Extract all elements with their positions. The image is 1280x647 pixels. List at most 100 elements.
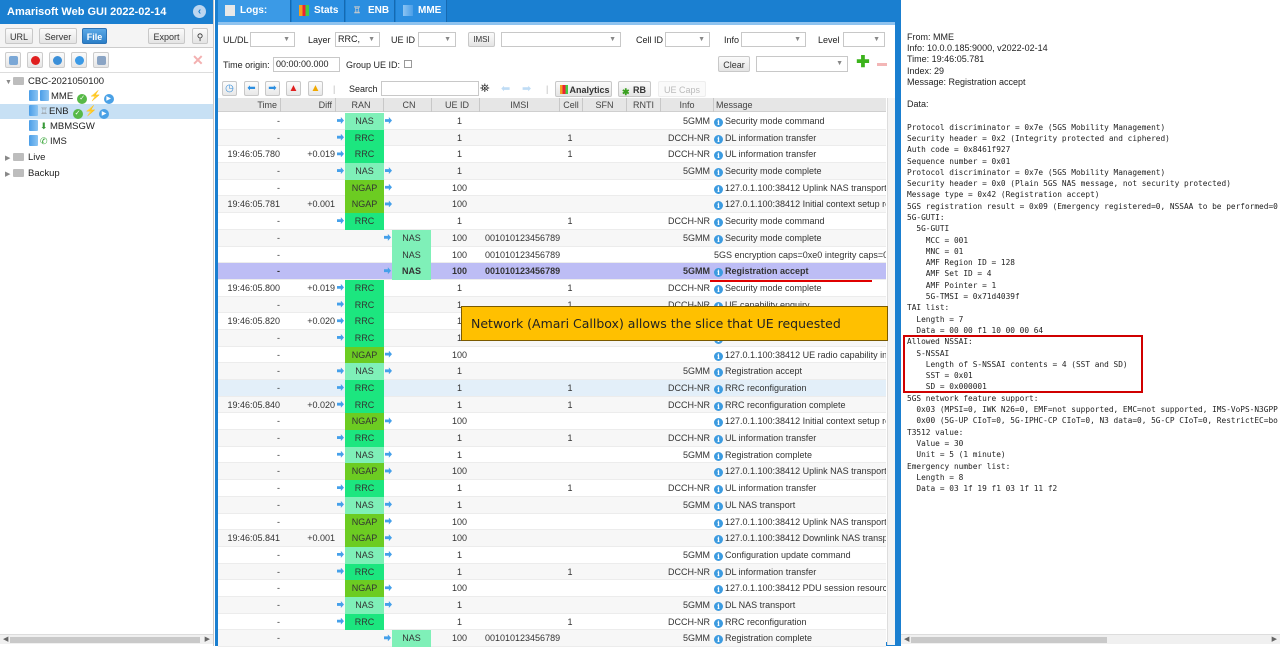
level-select[interactable]: ▼ (843, 32, 885, 47)
table-row[interactable]: 19:46:05.781 +0.001 NGAP 100 i 127.0.1.100:38… (218, 196, 886, 214)
table-row[interactable]: - RRC 1 1 DCCH-NR iUL information transfer (218, 480, 886, 497)
expand-icon[interactable]: ▶ (5, 167, 13, 182)
expand-icon[interactable]: ▶ (5, 151, 13, 166)
uldl-select[interactable]: ▼ (250, 32, 295, 47)
tab-logs[interactable]: Logs: 1139 (218, 0, 291, 38)
table-row[interactable]: - NAS 100 001010123456789 5GMM i Registration … (218, 630, 886, 647)
table-row[interactable]: - NAS 100 001010123456789 5GMM i Security mode… (218, 229, 886, 247)
table-row[interactable]: - NAS 1 5GMM i UL NAS transport (218, 496, 886, 514)
table-row[interactable]: - NGAP 100 i 127.0.1.100:38412 UE radio capa… (218, 346, 886, 364)
collapse-panel-icon[interactable]: ‹ (193, 5, 206, 18)
stop-icon[interactable] (27, 52, 43, 68)
wrench-icon[interactable] (5, 52, 21, 68)
imsi-select[interactable]: ▼ (501, 32, 621, 47)
url-button[interactable]: URL (5, 28, 33, 44)
table-row[interactable]: - RRC 1 1 DCCH-NR i DL information transfer (218, 563, 886, 581)
tree-item-enb[interactable]: ♖ENB ✓ ⚡ ▶ (0, 104, 213, 119)
refresh-icon[interactable] (49, 52, 65, 68)
table-row[interactable]: - NAS 100 001010123456789 5GMM i Registration … (218, 263, 886, 280)
table-row[interactable]: - NAS 1 5GMM i Configuration update command (218, 546, 886, 564)
col-message[interactable]: Message (714, 98, 886, 112)
table-row[interactable]: - NAS 1 5GMM i Security mode command (218, 113, 886, 130)
connect-icon[interactable]: ⚲ (192, 28, 208, 44)
rb-button[interactable]: ✱ RB (618, 81, 651, 97)
table-row[interactable]: 19:46:05.841 +0.001 NGAP 100 i 127.0.1.100:38… (218, 530, 886, 547)
group-ueid-checkbox[interactable] (404, 60, 412, 68)
table-row[interactable]: - NGAP 100 i 127.0.1.100:38412 Uplink NAS tr… (218, 179, 886, 197)
tree-item-mme[interactable]: MME ✓ ⚡ ▶ (0, 89, 213, 104)
add-filter-icon[interactable]: ✚ (855, 55, 871, 72)
log-vertical-scrollbar[interactable] (887, 98, 895, 645)
tree-root[interactable]: ▼ CBC-2021050100 (0, 74, 213, 89)
col-info[interactable]: Info (661, 98, 714, 112)
app-header: Amarisoft Web GUI 2022-02-14 ‹ (0, 0, 213, 24)
plug-icon[interactable] (93, 52, 109, 68)
warning-icon[interactable]: ▲ (308, 81, 323, 96)
scrollbar-thumb[interactable] (10, 637, 200, 643)
tree-folder-backup[interactable]: ▶ Backup (0, 166, 213, 181)
table-row[interactable]: 19:46:05.800 +0.019 RRC 1 1 DCCH-NR i Security … (218, 279, 886, 297)
imsi-button[interactable]: IMSI (468, 32, 495, 47)
table-row[interactable]: - RRC 1 1 DCCH-NR i RRC reconfiguration (218, 380, 886, 397)
tab-enb[interactable]: ♖ ENB (346, 0, 395, 22)
error-warning-icon[interactable]: ▲ (286, 81, 301, 96)
binoculars-icon[interactable]: ⛯ (480, 81, 490, 96)
next-match-icon[interactable]: ➡ (522, 82, 531, 95)
remove-filter-icon[interactable] (877, 63, 887, 66)
expand-icon[interactable]: ▼ (5, 75, 13, 90)
export-button[interactable]: Export (148, 28, 185, 44)
col-time[interactable]: Time (218, 98, 281, 112)
table-row[interactable]: - NAS 1 5GMM i DL NAS transport (218, 596, 886, 614)
table-row[interactable]: - NAS 1 5GMM i Registration complete (218, 446, 886, 464)
table-row[interactable]: - NGAP 100 i 127.0.1.100:38412 PDU session r… (218, 580, 886, 597)
prev-match-icon[interactable]: ⬅ (501, 82, 510, 95)
col-diff[interactable]: Diff (281, 98, 336, 112)
layer-select[interactable]: RRC, ▼ (335, 32, 380, 47)
tab-stats[interactable]: Stats (292, 0, 345, 22)
tree-item-ims[interactable]: ✆ IMS (0, 134, 213, 149)
clear-button[interactable]: Clear (718, 56, 750, 72)
left-horizontal-scrollbar[interactable]: ◀ ▶ (0, 634, 213, 644)
table-row[interactable]: 19:46:05.780 +0.019 RRC 1 1 DCCH-NR i UL inform… (218, 146, 886, 164)
table-row[interactable]: - RRC 1 1 DCCH-NR i DL information transfer (218, 129, 886, 147)
col-sfn[interactable]: SFN (583, 98, 627, 112)
table-row[interactable]: - RRC 1 1 DCCH-NR iUL information transfer (218, 430, 886, 447)
delete-icon[interactable]: ✕ (192, 52, 204, 69)
tree-item-mbmsgw[interactable]: ⬇ MBMSGW (0, 119, 213, 134)
time-origin-input[interactable]: 00:00:00.000 (273, 57, 340, 72)
table-row[interactable]: - NGAP 100 i 127.0.1.100:38412 Uplink NAS tr… (218, 463, 886, 481)
col-cn[interactable]: CN (387, 98, 432, 112)
preset-select[interactable]: ▼ (756, 56, 848, 72)
clock-icon[interactable]: ◷ (222, 81, 237, 96)
tab-mme[interactable]: MME (396, 0, 447, 22)
arrow-left-icon[interactable]: ⬅ (244, 81, 259, 96)
col-ran[interactable]: RAN (339, 98, 384, 112)
col-ueid[interactable]: UE ID (435, 98, 480, 112)
table-row[interactable]: - NGAP 100 i 127.0.1.100:38412 Initial conte… (218, 413, 886, 431)
play-icon[interactable]: ▶ (99, 109, 109, 119)
tree-folder-live[interactable]: ▶ Live (0, 150, 213, 165)
table-row[interactable]: 19:46:05.840 +0.020 RRC 1 1 DCCH-NR i RRC recon… (218, 396, 886, 414)
play-icon[interactable]: ▶ (103, 94, 114, 104)
col-imsi[interactable]: IMSI (480, 98, 560, 112)
detail-horizontal-scrollbar[interactable]: ◀ ▶ (901, 634, 1280, 644)
cellid-select[interactable]: ▼ (665, 32, 710, 47)
search-input[interactable] (381, 81, 479, 96)
table-row[interactable]: - NAS 100 001010123456789 5GS encryption cap… (218, 246, 886, 264)
table-row[interactable]: - RRC 1 1 DCCH-NR i RRC reconfiguration (218, 613, 886, 631)
table-row[interactable]: - NGAP 100 i 127.0.1.100:38412 Uplink NAS tr… (218, 513, 886, 531)
col-rnti[interactable]: RNTI (627, 98, 661, 112)
arrow-right-icon[interactable]: ➡ (265, 81, 280, 96)
scrollbar-thumb[interactable] (911, 637, 1107, 643)
pause-icon[interactable] (71, 52, 87, 68)
analytics-button[interactable]: Analytics (555, 81, 612, 97)
col-cell[interactable]: Cell (560, 98, 583, 112)
info-select[interactable]: ▼ (741, 32, 806, 47)
table-row[interactable]: - RRC 1 1 DCCH-NR i Security mode command (218, 213, 886, 230)
server-button[interactable]: Server (39, 28, 77, 44)
file-button[interactable]: File (82, 28, 107, 44)
table-row[interactable]: - NAS 1 5GMM i Security mode complete (218, 163, 886, 180)
uecaps-button[interactable]: UE Caps (658, 81, 706, 97)
table-row[interactable]: - NAS 1 5GMM i Registration accept (218, 363, 886, 380)
ueid-select[interactable]: ▼ (418, 32, 456, 47)
